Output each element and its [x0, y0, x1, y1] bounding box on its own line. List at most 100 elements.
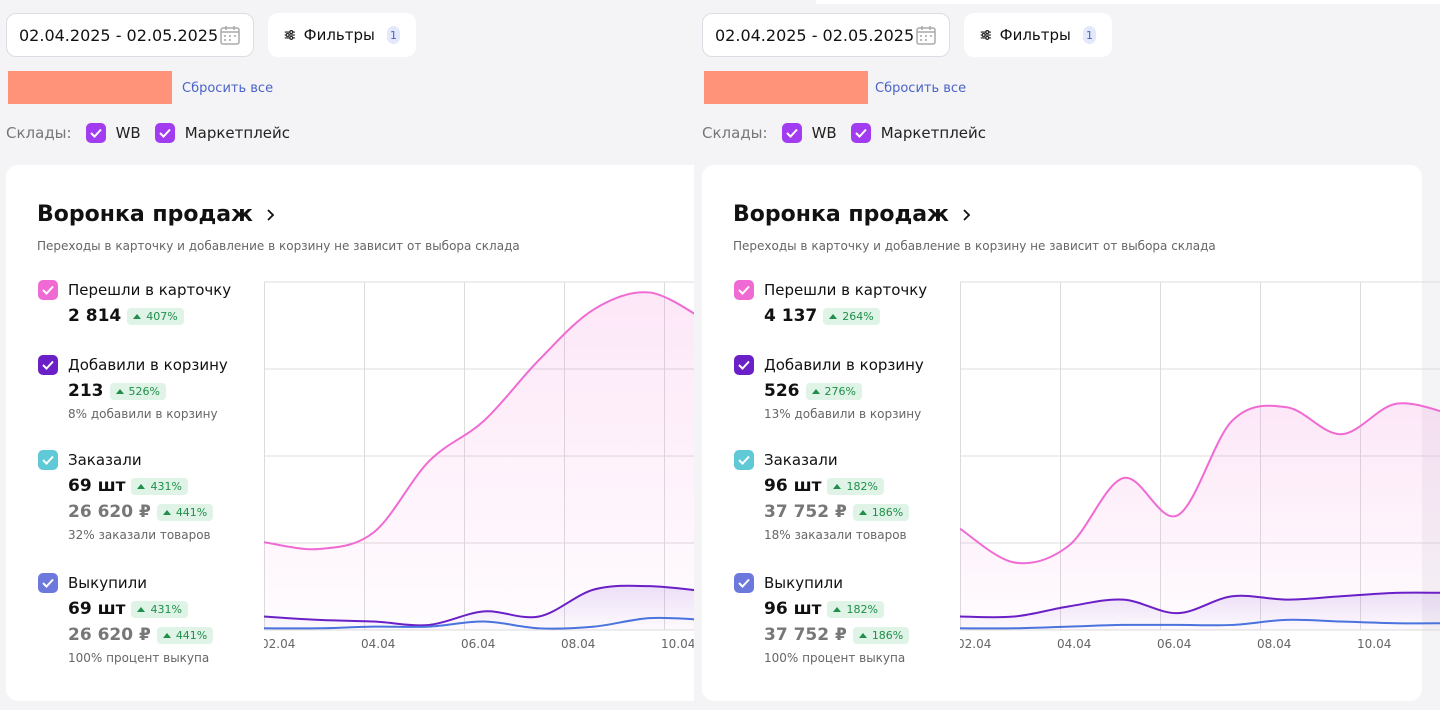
delta-badge: 431% — [131, 477, 188, 495]
delta-badge: 186% — [852, 626, 910, 644]
metric-label: Перешли в карточку — [764, 281, 928, 299]
metric-value: 526 — [764, 381, 800, 401]
calendar-icon — [916, 26, 936, 45]
arrow-up-icon — [115, 388, 124, 394]
delta-badge: 186% — [852, 503, 910, 521]
checkbox-checked-icon — [85, 123, 106, 143]
delta-badge: 441% — [156, 503, 214, 521]
delta-value: 264% — [842, 309, 874, 323]
metric-buyouts: Выкупили 69 шт 431% 26 620 ₽ 441% 100% про… — [38, 573, 214, 665]
reset-all-link[interactable]: Сбросить все — [182, 81, 273, 96]
arrow-up-icon — [162, 509, 171, 515]
redacted-block — [8, 71, 172, 104]
filters-button[interactable]: Фильтры 1 — [268, 13, 416, 57]
date-range-input[interactable]: 02.04.2025 - 02.05.2025 — [702, 13, 950, 57]
metric-cart: Добавили в корзину 526 276% 13% добавили … — [734, 355, 924, 421]
warehouse-label: Маркетплейс — [184, 124, 291, 142]
arrow-up-icon — [133, 313, 142, 319]
filters-icon — [284, 30, 295, 40]
card-title[interactable]: Воронка продаж — [37, 202, 277, 227]
filters-label: Фильтры — [999, 26, 1071, 44]
delta-value: 526% — [128, 384, 160, 398]
arrow-up-icon — [137, 483, 146, 489]
warehouse-label: WB — [811, 124, 837, 142]
x-tick-label: 10.04 — [661, 637, 694, 650]
date-range-input[interactable]: 02.04.2025 - 02.05.2025 — [6, 13, 254, 57]
card-subtitle: Переходы в карточку и добавление в корзи… — [37, 239, 520, 253]
warehouses-filter: Склады: WB Маркетплейс — [702, 123, 1000, 143]
card-title[interactable]: Воронка продаж — [733, 202, 973, 227]
delta-value: 441% — [175, 505, 208, 519]
warehouse-checkbox-wb[interactable]: WB — [781, 123, 837, 143]
checkbox-checked-icon[interactable] — [734, 450, 754, 470]
metric-label: Выкупили — [764, 574, 843, 592]
metric-value: 2 814 — [68, 306, 122, 326]
metric-note: 100% процент выкупа — [68, 651, 210, 665]
checkbox-checked-icon[interactable] — [38, 450, 58, 470]
warehouse-checkbox-marketplace[interactable]: Маркетплейс — [850, 123, 987, 143]
chevron-right-icon — [267, 208, 275, 221]
metric-value: 69 шт — [68, 476, 126, 496]
metric-views: Перешли в карточку 4 137 264% — [734, 280, 927, 326]
calendar-icon — [220, 26, 240, 45]
delta-badge: 264% — [823, 307, 880, 325]
warehouse-checkbox-marketplace[interactable]: Маркетплейс — [154, 123, 291, 143]
series-area — [264, 292, 694, 630]
metric-note: 18% заказали товаров — [764, 528, 907, 542]
x-tick-label: 06.04 — [1157, 637, 1191, 650]
left-pane: 02.04.2025 - 02.05.2025 Фильтры 1 Сброси… — [0, 0, 694, 710]
date-range-value: 02.04.2025 - 02.05.2025 — [715, 25, 915, 45]
delta-badge: 441% — [156, 626, 214, 644]
delta-badge: 526% — [109, 382, 166, 400]
checkbox-checked-icon[interactable] — [734, 280, 754, 300]
x-tick-label: 02.04 — [960, 637, 991, 650]
metric-value: 4 137 — [764, 306, 818, 326]
card-subtitle: Переходы в карточку и добавление в корзи… — [733, 239, 1216, 253]
metric-value: 69 шт — [68, 599, 126, 619]
warehouse-checkbox-wb[interactable]: WB — [85, 123, 141, 143]
x-tick-label: 04.04 — [361, 637, 395, 650]
metric-sum: 37 752 ₽ — [764, 625, 847, 645]
arrow-up-icon — [137, 606, 146, 612]
warehouses-label: Склады: — [6, 124, 72, 142]
checkbox-checked-icon[interactable] — [734, 573, 754, 593]
warehouse-label: Маркетплейс — [880, 124, 987, 142]
metric-note: 32% заказали товаров — [68, 528, 211, 542]
redacted-block — [704, 71, 868, 104]
checkbox-checked-icon[interactable] — [38, 280, 58, 300]
sales-funnel-card: Воронка продаж Переходы в карточку и доб… — [702, 165, 1440, 701]
delta-badge: 407% — [127, 307, 184, 325]
date-range-value: 02.04.2025 - 02.05.2025 — [19, 25, 219, 45]
card-title-text: Воронка продаж — [733, 202, 949, 227]
filters-count-badge: 1 — [1082, 26, 1096, 44]
delta-value: 186% — [871, 505, 904, 519]
delta-value: 182% — [846, 602, 878, 616]
checkbox-checked-icon[interactable] — [38, 355, 58, 375]
filters-label: Фильтры — [303, 26, 375, 44]
arrow-up-icon — [829, 313, 838, 319]
arrow-up-icon — [162, 632, 171, 638]
delta-value: 431% — [150, 479, 182, 493]
right-pane: 02.04.2025 - 02.05.2025 Фильтры 1 Сброси… — [696, 0, 1440, 710]
x-tick-label: 02.04 — [264, 637, 295, 650]
metric-value: 96 шт — [764, 476, 822, 496]
filters-button[interactable]: Фильтры 1 — [964, 13, 1112, 57]
x-tick-label: 08.04 — [1257, 637, 1291, 650]
delta-value: 441% — [175, 628, 208, 642]
filters-count-badge: 1 — [386, 26, 400, 44]
metric-orders: Заказали 69 шт 431% 26 620 ₽ 441% 32% зака… — [38, 450, 214, 542]
arrow-up-icon — [811, 388, 820, 394]
metric-label: Добавили в корзину — [68, 356, 228, 374]
metric-label: Заказали — [68, 451, 142, 469]
delta-value: 431% — [150, 602, 182, 616]
checkbox-checked-icon[interactable] — [734, 355, 754, 375]
x-tick-label: 06.04 — [461, 637, 495, 650]
delta-badge: 431% — [131, 600, 188, 618]
delta-badge: 182% — [827, 600, 884, 618]
reset-all-link[interactable]: Сбросить все — [875, 81, 966, 96]
warehouses-label: Склады: — [702, 124, 768, 142]
delta-badge: 182% — [827, 477, 884, 495]
checkbox-checked-icon[interactable] — [38, 573, 58, 593]
card-title-text: Воронка продаж — [37, 202, 253, 227]
metric-value: 96 шт — [764, 599, 822, 619]
